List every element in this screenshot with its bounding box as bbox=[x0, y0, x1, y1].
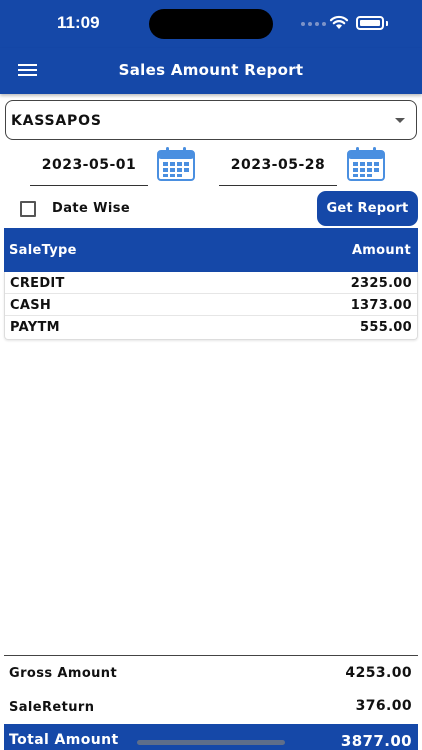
cellular-signal-icon bbox=[301, 22, 326, 26]
row-amount: 1373.00 bbox=[350, 298, 412, 313]
store-dropdown-value: KASSAPOS bbox=[11, 113, 102, 129]
sale-return-value: 376.00 bbox=[355, 698, 412, 714]
to-date-calendar-icon[interactable] bbox=[347, 147, 385, 181]
row-amount: 555.00 bbox=[360, 320, 412, 335]
from-date-value: 2023-05-01 bbox=[41, 157, 137, 173]
summary-divider bbox=[4, 655, 418, 656]
store-dropdown[interactable]: KASSAPOS bbox=[5, 100, 417, 140]
to-date-field[interactable]: 2023-05-28 bbox=[219, 150, 337, 186]
total-amount-bar: Total Amount 3877.00 bbox=[4, 724, 418, 750]
dropdown-caret-icon bbox=[395, 118, 405, 123]
table-row: CASH 1373.00 bbox=[5, 294, 417, 316]
sale-return-label: SaleReturn bbox=[9, 700, 95, 715]
table-row: PAYTM 555.00 bbox=[5, 316, 417, 338]
battery-icon bbox=[356, 16, 384, 30]
gross-amount-value: 4253.00 bbox=[345, 665, 412, 681]
gross-amount-label: Gross Amount bbox=[9, 666, 118, 681]
date-wise-checkbox[interactable] bbox=[20, 201, 36, 217]
page-title: Sales Amount Report bbox=[118, 61, 304, 79]
home-indicator[interactable] bbox=[137, 740, 285, 745]
column-header-saletype: SaleType bbox=[9, 243, 77, 258]
from-date-calendar-icon[interactable] bbox=[157, 147, 195, 181]
dynamic-island bbox=[149, 9, 273, 39]
row-saletype: PAYTM bbox=[10, 320, 60, 335]
row-saletype: CASH bbox=[10, 298, 52, 313]
table-header: SaleType Amount bbox=[4, 228, 418, 272]
row-saletype: CREDIT bbox=[10, 276, 65, 291]
date-wise-label: Date Wise bbox=[52, 201, 131, 216]
battery-cap bbox=[386, 21, 388, 26]
sales-table: CREDIT 2325.00 CASH 1373.00 PAYTM 555.00 bbox=[4, 272, 418, 340]
to-date-value: 2023-05-28 bbox=[230, 157, 326, 173]
wifi-icon bbox=[329, 15, 349, 29]
app-bar: Sales Amount Report bbox=[0, 48, 422, 94]
total-amount-value: 3877.00 bbox=[340, 732, 412, 750]
column-header-amount: Amount bbox=[351, 243, 411, 258]
get-report-button[interactable]: Get Report bbox=[317, 191, 418, 226]
table-row: CREDIT 2325.00 bbox=[5, 272, 417, 294]
status-time: 11:09 bbox=[57, 13, 100, 32]
from-date-field[interactable]: 2023-05-01 bbox=[30, 150, 148, 186]
total-amount-label: Total Amount bbox=[9, 732, 119, 748]
row-amount: 2325.00 bbox=[350, 276, 412, 291]
status-bar: 11:09 bbox=[0, 0, 422, 48]
